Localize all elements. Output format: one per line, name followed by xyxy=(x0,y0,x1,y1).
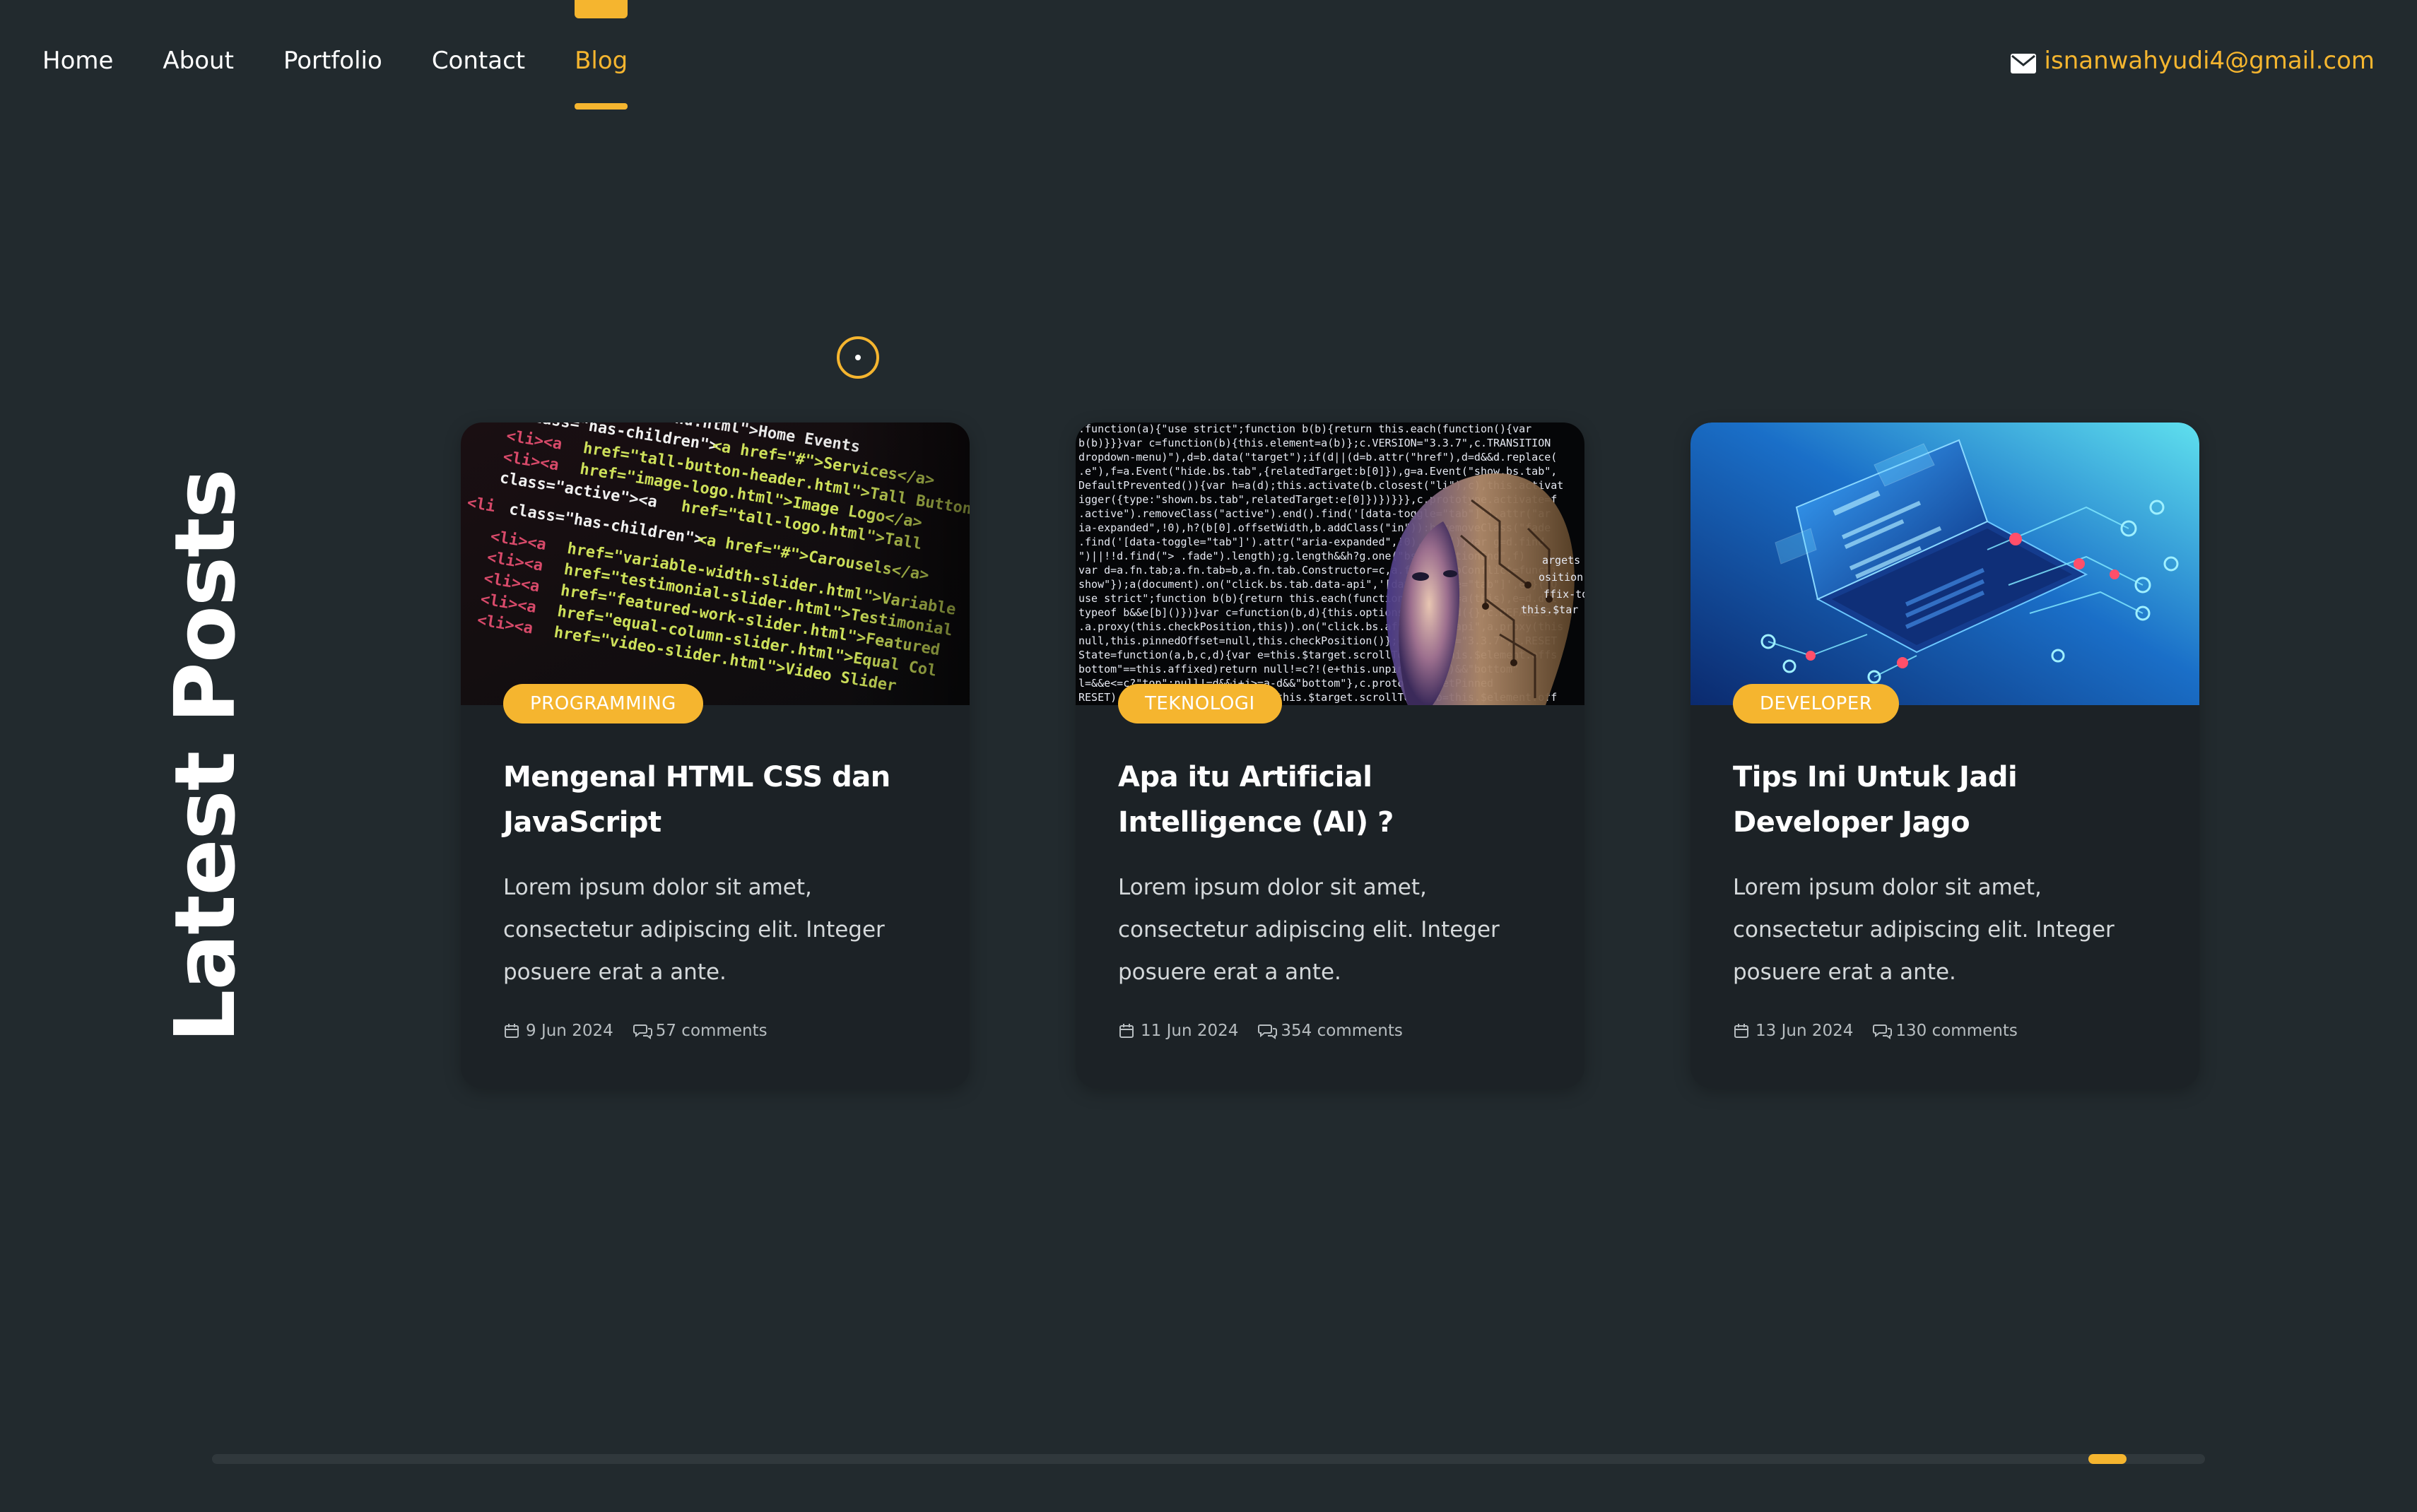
posts-carousel: class="multi-col-menu.html">Home Events … xyxy=(461,423,2199,1088)
email-address: isnanwahyudi4@gmail.com xyxy=(2044,47,2375,75)
nav-links: Home About Portfolio Contact Blog xyxy=(42,0,677,110)
svg-text:osition: osition xyxy=(1539,571,1583,584)
post-date: 11 Jun 2024 xyxy=(1118,1022,1238,1040)
cursor-dot xyxy=(855,355,861,360)
svg-text:ffix-to: ffix-to xyxy=(1543,588,1584,601)
post-image-html-code[interactable]: class="multi-col-menu.html">Home Events … xyxy=(461,423,970,705)
post-comments[interactable]: 354 comments xyxy=(1258,1022,1403,1040)
post-date-text: 13 Jun 2024 xyxy=(1756,1022,1854,1040)
post-image-isometric-laptop[interactable] xyxy=(1690,423,2199,705)
post-meta: 9 Jun 2024 57 comments xyxy=(503,1022,787,1040)
nav-link-blog-label: Blog xyxy=(575,47,628,75)
calendar-icon xyxy=(1118,1022,1135,1039)
post-card-body: Tips Ini Untuk Jadi Developer Jago Lorem… xyxy=(1733,755,2164,993)
post-card[interactable]: class="multi-col-menu.html">Home Events … xyxy=(461,423,970,1088)
email-link[interactable]: isnanwahyudi4@gmail.com xyxy=(2010,41,2375,81)
post-title[interactable]: Mengenal HTML CSS dan JavaScript xyxy=(503,755,934,845)
comments-icon xyxy=(1258,1022,1278,1039)
post-comments-text: 57 comments xyxy=(655,1022,768,1040)
post-comments-text: 354 comments xyxy=(1281,1022,1403,1040)
carousel-scrollbar[interactable] xyxy=(212,1454,2205,1464)
carousel-scrollbar-thumb[interactable] xyxy=(2088,1454,2127,1464)
nav-link-home[interactable]: Home xyxy=(42,41,113,81)
post-comments[interactable]: 130 comments xyxy=(1873,1022,2018,1040)
section-title: Latest Posts xyxy=(156,469,254,1043)
svg-text:argets: argets xyxy=(1542,554,1580,567)
post-excerpt: Lorem ipsum dolor sit amet, consectetur … xyxy=(1733,875,2115,985)
nav-link-portfolio[interactable]: Portfolio xyxy=(283,41,382,81)
post-card-body: Mengenal HTML CSS dan JavaScript Lorem i… xyxy=(503,755,934,993)
section-title-container: Latest Posts xyxy=(156,469,254,1042)
post-card[interactable]: DEVELOPER Tips Ini Untuk Jadi Developer … xyxy=(1690,423,2199,1088)
post-date-text: 11 Jun 2024 xyxy=(1141,1022,1239,1040)
nav-link-contact[interactable]: Contact xyxy=(432,41,525,81)
comments-icon xyxy=(633,1022,652,1039)
svg-text:this.$tar: this.$tar xyxy=(1521,603,1578,616)
post-image-ai-face[interactable]: .function(a){"use strict";function b(b){… xyxy=(1076,423,1584,705)
post-card[interactable]: .function(a){"use strict";function b(b){… xyxy=(1076,423,1584,1088)
active-underline xyxy=(575,103,628,110)
post-title[interactable]: Tips Ini Untuk Jadi Developer Jago xyxy=(1733,755,2164,845)
category-badge[interactable]: DEVELOPER xyxy=(1733,684,1900,723)
post-meta: 13 Jun 2024 130 comments xyxy=(1733,1022,2037,1040)
post-card-body: Apa itu Artificial Intelligence (AI) ? L… xyxy=(1118,755,1549,993)
top-navigation: Home About Portfolio Contact Blog isnanw… xyxy=(0,0,2417,120)
comments-icon xyxy=(1873,1022,1893,1039)
post-comments-text: 130 comments xyxy=(1895,1022,2018,1040)
svg-text:b(b)}}}var c=function(b){this.: b(b)}}}var c=function(b){this.element=a(… xyxy=(1078,437,1551,449)
post-excerpt: Lorem ipsum dolor sit amet, consectetur … xyxy=(1118,875,1500,985)
post-meta: 11 Jun 2024 354 comments xyxy=(1118,1022,1423,1040)
post-date: 9 Jun 2024 xyxy=(503,1022,613,1040)
svg-text:dropdown-menu)"),d=b.data("tar: dropdown-menu)"),d=b.data("target");if(d… xyxy=(1078,451,1557,463)
mouse-cursor xyxy=(837,336,879,379)
nav-link-blog[interactable]: Blog xyxy=(575,0,628,110)
post-excerpt: Lorem ipsum dolor sit amet, consectetur … xyxy=(503,875,885,985)
post-date: 13 Jun 2024 xyxy=(1733,1022,1853,1040)
category-badge[interactable]: TEKNOLOGI xyxy=(1118,684,1282,723)
post-title[interactable]: Apa itu Artificial Intelligence (AI) ? xyxy=(1118,755,1549,845)
post-date-text: 9 Jun 2024 xyxy=(526,1022,613,1040)
nav-link-about[interactable]: About xyxy=(163,41,234,81)
category-badge[interactable]: PROGRAMMING xyxy=(503,684,703,723)
calendar-icon xyxy=(1733,1022,1750,1039)
calendar-icon xyxy=(503,1022,520,1039)
active-indicator-top xyxy=(575,0,628,18)
svg-text:.function(a){"use strict";func: .function(a){"use strict";function b(b){… xyxy=(1078,423,1531,435)
envelope-icon xyxy=(2010,51,2036,73)
post-comments[interactable]: 57 comments xyxy=(633,1022,768,1040)
